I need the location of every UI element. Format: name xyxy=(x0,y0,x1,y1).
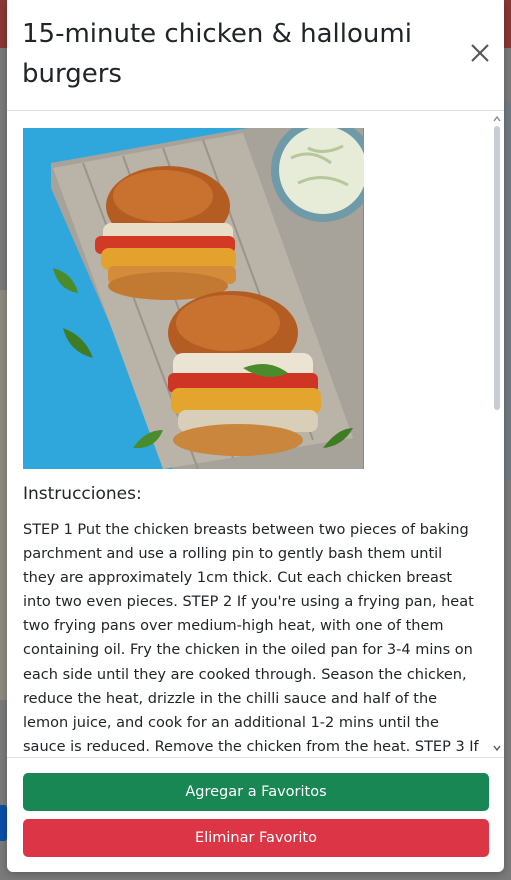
instructions-heading: Instrucciones: xyxy=(23,484,142,504)
recipe-modal: 15-minute chicken & halloumi burgers Ins… xyxy=(7,0,504,872)
remove-favorite-button[interactable]: Eliminar Favorito xyxy=(23,819,489,857)
add-favorite-button[interactable]: Agregar a Favoritos xyxy=(23,773,489,811)
modal-title: 15-minute chicken & halloumi burgers xyxy=(22,19,412,89)
close-button[interactable] xyxy=(467,40,493,66)
instructions-text: STEP 1 Put the chicken breasts between t… xyxy=(23,522,479,755)
modal-scrollbar[interactable] xyxy=(491,111,503,756)
scroll-thumb[interactable] xyxy=(494,126,500,410)
background-card-left xyxy=(0,290,7,700)
recipe-image xyxy=(23,128,364,469)
background-card-right xyxy=(504,100,511,480)
modal-body[interactable]: Instrucciones: STEP 1 Put the chicken br… xyxy=(7,111,504,756)
scroll-up-icon[interactable] xyxy=(493,115,501,123)
scroll-down-icon[interactable] xyxy=(493,744,501,752)
background-button xyxy=(0,805,7,841)
modal-footer: Agregar a Favoritos Eliminar Favorito xyxy=(7,757,504,872)
close-icon xyxy=(471,44,489,62)
modal-header: 15-minute chicken & halloumi burgers xyxy=(7,0,504,111)
